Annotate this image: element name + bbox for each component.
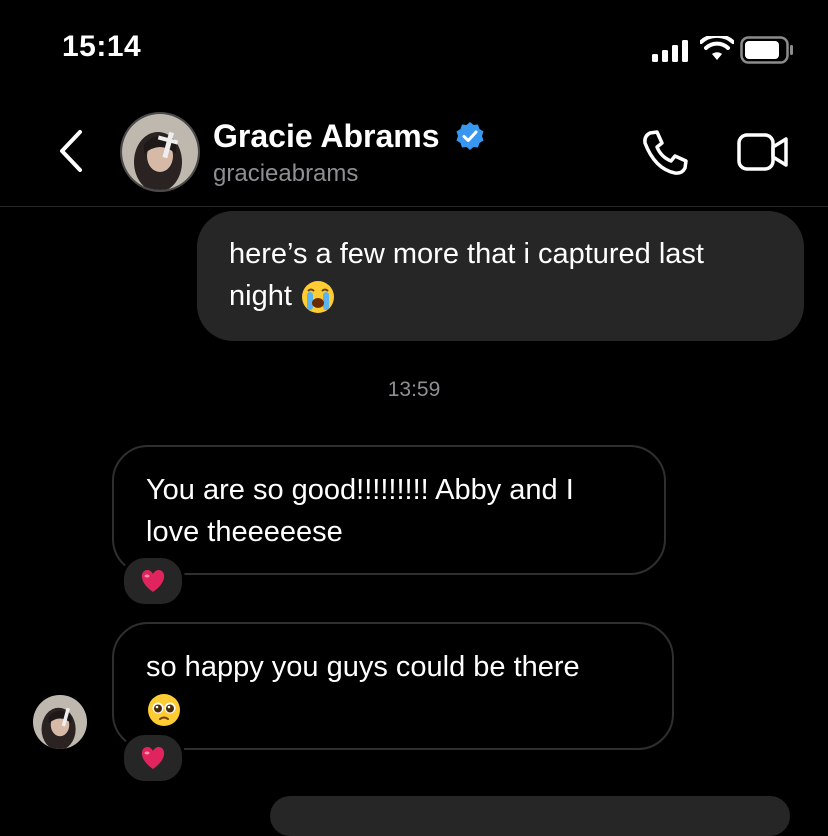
video-camera-icon[interactable]	[736, 130, 790, 174]
cellular-signal-icon	[652, 40, 688, 62]
avatar-photo	[33, 695, 87, 749]
message-text: You are so good!!!!!!!!! Abby and I love…	[146, 474, 574, 548]
header-divider	[0, 206, 828, 207]
red-heart-icon	[141, 746, 165, 769]
wifi-icon	[700, 36, 734, 60]
outgoing-message-partial[interactable]	[270, 796, 790, 836]
status-time: 15:14	[62, 30, 142, 63]
red-heart-icon	[141, 569, 165, 592]
contact-handle[interactable]: gracieabrams	[213, 160, 358, 188]
message-reaction[interactable]	[121, 732, 185, 784]
message-text: so happy you guys could be there	[146, 651, 580, 683]
verified-badge-icon	[456, 122, 484, 150]
loudly-crying-face-emoji-icon	[301, 281, 334, 314]
incoming-message[interactable]: You are so good!!!!!!!!! Abby and I love…	[112, 445, 666, 575]
incoming-message[interactable]: so happy you guys could be there	[112, 622, 674, 750]
message-timestamp: 13:59	[387, 378, 441, 401]
profile-avatar[interactable]	[120, 112, 200, 192]
outgoing-message[interactable]: here’s a few more that i captured last n…	[197, 211, 804, 341]
phone-icon[interactable]	[640, 128, 690, 178]
pleading-face-emoji-icon	[148, 694, 180, 727]
back-chevron-icon[interactable]	[54, 128, 88, 174]
sender-avatar[interactable]	[33, 695, 87, 749]
avatar-photo	[122, 114, 198, 190]
contact-name[interactable]: Gracie Abrams	[213, 118, 439, 155]
battery-icon	[740, 36, 793, 64]
message-reaction[interactable]	[121, 555, 185, 607]
